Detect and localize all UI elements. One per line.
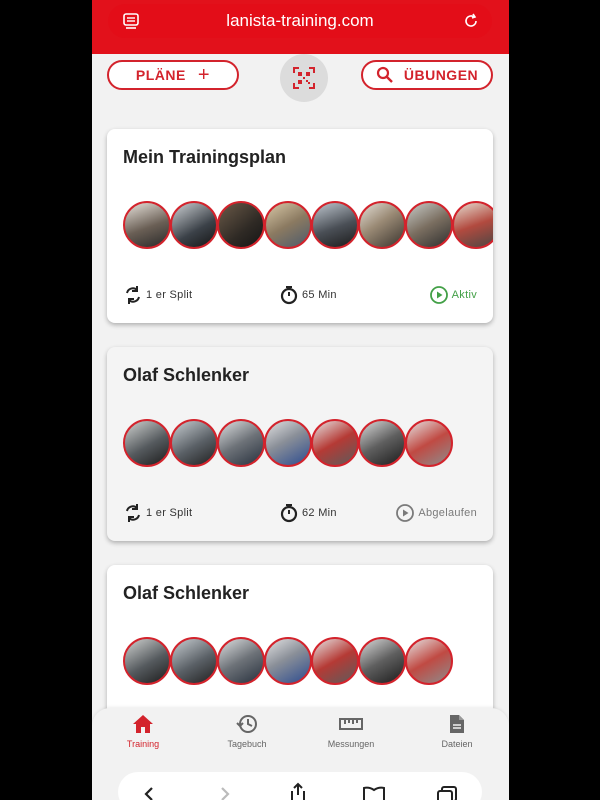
exercises-label: ÜBUNGEN (403, 67, 479, 83)
qr-code-icon (293, 67, 315, 89)
stopwatch-icon (280, 286, 298, 305)
exercise-thumbnail (217, 201, 265, 249)
plan-title: Olaf Schlenker (123, 583, 250, 603)
nav-item-messungen[interactable]: Messungen (311, 714, 391, 749)
plus-icon: + (197, 64, 211, 86)
nav-label: Dateien (441, 739, 473, 749)
bookmarks-icon[interactable] (362, 786, 386, 800)
duration-info: 62 Min (279, 503, 337, 523)
exercise-thumbnail (311, 637, 359, 685)
split-text: 1 er Split (146, 507, 193, 519)
home-icon (133, 715, 153, 733)
reload-icon[interactable] (462, 12, 480, 30)
browser-header: lanista-training.com (92, 0, 509, 54)
tabs-icon[interactable] (436, 786, 458, 800)
nav-label: Messungen (327, 739, 375, 749)
stopwatch-icon (280, 504, 298, 523)
exercise-thumbnail (217, 419, 265, 467)
exercise-thumbnail (358, 419, 406, 467)
plans-button[interactable]: PLÄNE + (107, 60, 239, 90)
nav-item-dateien[interactable]: Dateien (417, 714, 497, 749)
exercise-thumbnail (358, 201, 406, 249)
history-icon (236, 715, 257, 733)
split-info: 1 er Split (123, 503, 192, 523)
plan-status: Aktiv (429, 285, 477, 305)
url-text[interactable]: lanista-training.com (226, 11, 373, 31)
ruler-icon (339, 718, 363, 730)
nav-label: Tagebuch (227, 739, 267, 749)
exercise-thumbnail (405, 637, 453, 685)
search-icon (376, 66, 393, 83)
exercise-thumbnails (123, 419, 493, 471)
split-info: 1 er Split (123, 285, 192, 305)
nav-label: Training (126, 739, 160, 749)
exercise-thumbnail (358, 637, 406, 685)
phone-screen: lanista-training.com PLÄNE + ÜBUNGEN Mei… (92, 0, 509, 800)
duration-text: 65 Min (302, 289, 337, 301)
exercise-thumbnail (264, 419, 312, 467)
exercises-button[interactable]: ÜBUNGEN (361, 60, 493, 90)
file-icon (450, 715, 464, 733)
address-bar[interactable]: lanista-training.com (108, 4, 492, 38)
plan-card[interactable]: Mein Trainingsplan 1 er Split 65 Min Akt… (107, 129, 493, 323)
exercise-thumbnail (123, 419, 171, 467)
exercise-thumbnail (170, 201, 218, 249)
duration-info: 65 Min (279, 285, 337, 305)
exercise-thumbnails (123, 637, 493, 689)
play-circle-icon (429, 286, 448, 304)
reader-mode-icon[interactable] (122, 12, 140, 30)
repeat-icon (126, 286, 140, 304)
nav-item-training[interactable]: Training (103, 714, 183, 749)
plan-title: Mein Trainingsplan (123, 147, 287, 167)
exercise-thumbnail (405, 201, 453, 249)
exercise-thumbnail (123, 201, 171, 249)
qr-scan-button[interactable] (280, 54, 328, 102)
exercise-thumbnail (170, 637, 218, 685)
forward-icon[interactable] (218, 786, 232, 800)
exercise-thumbnail (264, 201, 312, 249)
exercise-thumbnail (405, 419, 453, 467)
status-text: Abgelaufen (418, 507, 477, 519)
exercise-thumbnail (452, 201, 493, 249)
plans-label: PLÄNE (135, 67, 186, 83)
play-circle-icon (396, 504, 415, 522)
exercise-thumbnails (123, 201, 493, 253)
nav-item-tagebuch[interactable]: Tagebuch (207, 714, 287, 749)
exercise-thumbnail (264, 637, 312, 685)
exercise-thumbnail (217, 637, 265, 685)
exercise-thumbnail (311, 201, 359, 249)
split-text: 1 er Split (146, 289, 193, 301)
exercise-thumbnail (170, 419, 218, 467)
duration-text: 62 Min (302, 507, 337, 519)
back-icon[interactable] (142, 786, 156, 800)
plan-status: Abgelaufen (395, 503, 477, 523)
exercise-thumbnail (311, 419, 359, 467)
plan-card[interactable]: Olaf Schlenker 1 er Split 62 Min Abgelau… (107, 347, 493, 541)
status-text: Aktiv (451, 289, 477, 301)
repeat-icon (126, 504, 140, 522)
share-icon[interactable] (288, 782, 308, 800)
exercise-thumbnail (123, 637, 171, 685)
browser-toolbar (118, 772, 482, 800)
plan-title: Olaf Schlenker (123, 365, 250, 385)
